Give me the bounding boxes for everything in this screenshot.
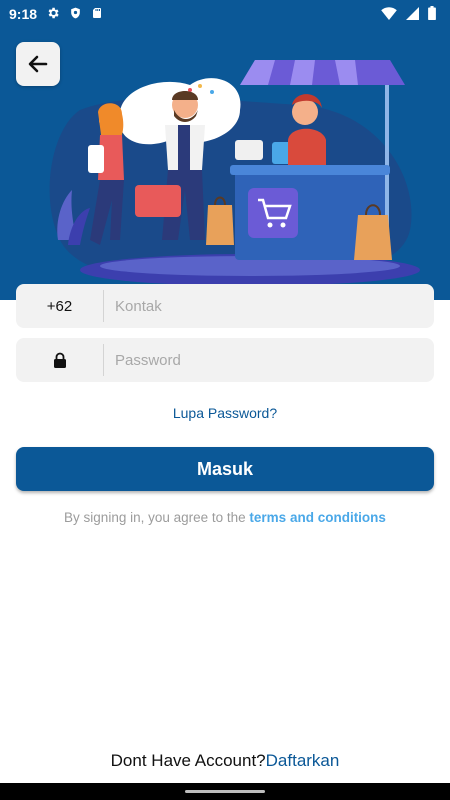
signal-icon <box>406 6 419 20</box>
shopping-illustration <box>49 60 420 286</box>
status-time: 9:18 <box>9 6 38 22</box>
signup-text: Dont Have Account? <box>110 751 266 770</box>
signup-link[interactable]: Daftarkan <box>266 751 340 770</box>
hero-banner: 9:18 <box>0 0 450 300</box>
gear-icon <box>48 7 59 19</box>
wifi-icon <box>381 6 397 20</box>
phone-input[interactable] <box>104 284 434 328</box>
lock-icon <box>53 352 66 368</box>
signup-prompt: Dont Have Account?Daftarkan <box>0 751 450 771</box>
login-button[interactable]: Masuk <box>16 447 434 491</box>
country-code-prefix[interactable]: +62 <box>16 290 104 322</box>
terms-agreement-text: By signing in, you agree to the <box>64 510 250 525</box>
password-prefix <box>16 344 104 376</box>
terms-agreement: By signing in, you agree to the terms an… <box>0 510 450 525</box>
password-field <box>16 338 434 382</box>
forgot-password-link[interactable]: Lupa Password? <box>0 405 450 421</box>
password-input[interactable] <box>104 338 434 382</box>
home-indicator[interactable] <box>185 790 265 793</box>
terms-link[interactable]: terms and conditions <box>249 510 386 525</box>
shield-icon <box>71 7 80 19</box>
status-bar: 9:18 <box>0 0 450 28</box>
sd-card-icon <box>93 8 101 18</box>
phone-field: +62 <box>16 284 434 328</box>
battery-icon <box>428 6 436 20</box>
